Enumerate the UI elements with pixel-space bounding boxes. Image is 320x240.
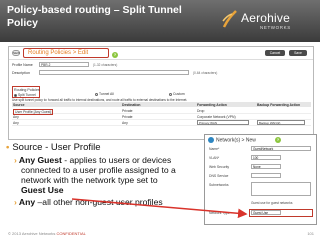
panel-toolbar: NEW Routing Policies > Edit ? Cancel Sav…	[9, 47, 313, 60]
description-input[interactable]	[39, 70, 189, 75]
logo-text: Aerohive	[241, 11, 290, 25]
breadcrumb-text: Routing Policies > Edit	[28, 50, 89, 56]
description-label: Description	[12, 71, 30, 75]
row-destination: Any	[122, 121, 128, 125]
radio-label: Split Tunnel	[18, 93, 36, 97]
guest-use-term: Guest Use	[21, 185, 64, 195]
slide-title: Policy-based routing – Split Tunnel Poli…	[7, 4, 182, 29]
row-action: Corporate Network (VPN)	[197, 115, 236, 119]
header-source: Source	[13, 103, 25, 107]
callout-title: Network(s) > New	[208, 137, 256, 143]
callout-title-text: Network(s) > New	[216, 137, 256, 144]
radio-heading: Routing Policies	[14, 88, 40, 92]
radio-label: Custom	[173, 92, 185, 96]
dns-service-select[interactable]	[251, 173, 281, 178]
network-type-label: Network Type	[209, 211, 230, 215]
header-destination: Destination	[122, 103, 141, 107]
page-number: 101	[307, 231, 314, 236]
row-destination: Private	[122, 115, 133, 119]
radio-custom[interactable]: Custom	[169, 92, 185, 96]
radio-dot	[14, 93, 17, 97]
network-type-select[interactable]: Guest Use	[251, 210, 281, 215]
backup-action-select[interactable]: Backup WAN(2)	[257, 120, 305, 125]
profile-name-label: Profile Name	[12, 63, 33, 67]
sub-bullet-any-guest: › Any Guest - applies to users or devices	[14, 155, 171, 165]
help-icon[interactable]: ?	[275, 137, 281, 143]
radio-dot	[95, 92, 98, 96]
network-new-callout: Network(s) > New ? Name* GuestNetwork VL…	[204, 134, 317, 225]
vlan-select[interactable]: 100	[251, 155, 281, 160]
slide-header: Policy-based routing – Split Tunnel Poli…	[0, 0, 320, 42]
save-button[interactable]: Save	[289, 50, 307, 56]
field-label: VLAN*	[209, 156, 220, 160]
any-guest-desc: - applies to users or devices	[61, 155, 172, 165]
header-forwarding-action: Forwarding Action	[197, 103, 227, 107]
routing-policy-radio-group: Routing Policies Split Tunnel	[12, 86, 40, 98]
slide-footer: © 2013 Aerohive Networks CONFIDENTIAL	[8, 231, 86, 236]
confidential-label: CONFIDENTIAL	[56, 231, 86, 236]
web-security-select[interactable]: None	[251, 164, 281, 169]
radio-tunnel-all[interactable]: Tunnel All	[95, 92, 114, 96]
profile-name-input[interactable]: PBR-2	[39, 62, 89, 67]
network-icon	[208, 137, 214, 143]
copyright: © 2013 Aerohive Networks	[8, 231, 56, 236]
aerohive-logo-icon	[222, 10, 237, 28]
forwarding-action-select[interactable]: Primary WAN	[197, 120, 249, 125]
header-backup-action: Backup Forwarding Action	[257, 103, 301, 107]
logo-subtext: NETWORKS	[260, 25, 291, 30]
new-badge: NEW	[12, 50, 20, 56]
sub-bullet-line: network with the network type set to	[21, 175, 158, 185]
bullet-main: • Source - User Profile	[6, 142, 101, 153]
profile-name-hint: (1-32 characters)	[93, 63, 118, 67]
subnetworks-box[interactable]	[251, 182, 311, 196]
network-name-input[interactable]: GuestNetwork	[251, 146, 311, 151]
sub-bullet-line: connected to a user profile assigned to …	[21, 165, 176, 175]
radio-dot	[169, 92, 172, 96]
field-label: DNS Service	[209, 174, 229, 178]
breadcrumb: Routing Policies > Edit ?	[23, 48, 118, 58]
radio-label: Tunnel All	[99, 92, 114, 96]
field-label: Web Security	[209, 165, 230, 169]
any-desc: –all other non-guest user profiles	[35, 197, 163, 207]
sub-bullet-any: › Any –all other non-guest user profiles	[14, 197, 163, 207]
row-source: Any	[13, 121, 19, 125]
radio-split-tunnel[interactable]: Split Tunnel	[14, 93, 36, 97]
aerohive-logo: Aerohive NETWORKS	[222, 5, 312, 35]
bullet-marker: •	[6, 142, 10, 153]
guest-note: Guest use for guest networks	[251, 201, 293, 205]
sub-bullet-marker: ›	[14, 155, 17, 165]
routing-policy-panel: NEW Routing Policies > Edit ? Cancel Sav…	[8, 46, 314, 140]
table-row[interactable]: Any Any Primary WAN Backup WAN(2)	[12, 120, 311, 126]
sub-bullet-marker: ›	[14, 197, 17, 207]
cancel-button[interactable]: Cancel	[265, 50, 285, 56]
field-label: Name*	[209, 147, 220, 151]
help-icon[interactable]: ?	[112, 52, 118, 58]
bullet-main-text: Source - User Profile	[12, 142, 101, 153]
description-hint: (0-64 characters)	[193, 71, 218, 75]
row-action: Drop	[197, 109, 205, 113]
any-term: Any	[18, 197, 36, 207]
any-guest-term: Any Guest	[18, 155, 62, 165]
field-label: Subnetworks	[209, 183, 229, 187]
row-source: Any	[13, 115, 19, 119]
table-header: Source Destination Forwarding Action Bac…	[12, 102, 311, 107]
row-destination: Private	[122, 109, 133, 113]
